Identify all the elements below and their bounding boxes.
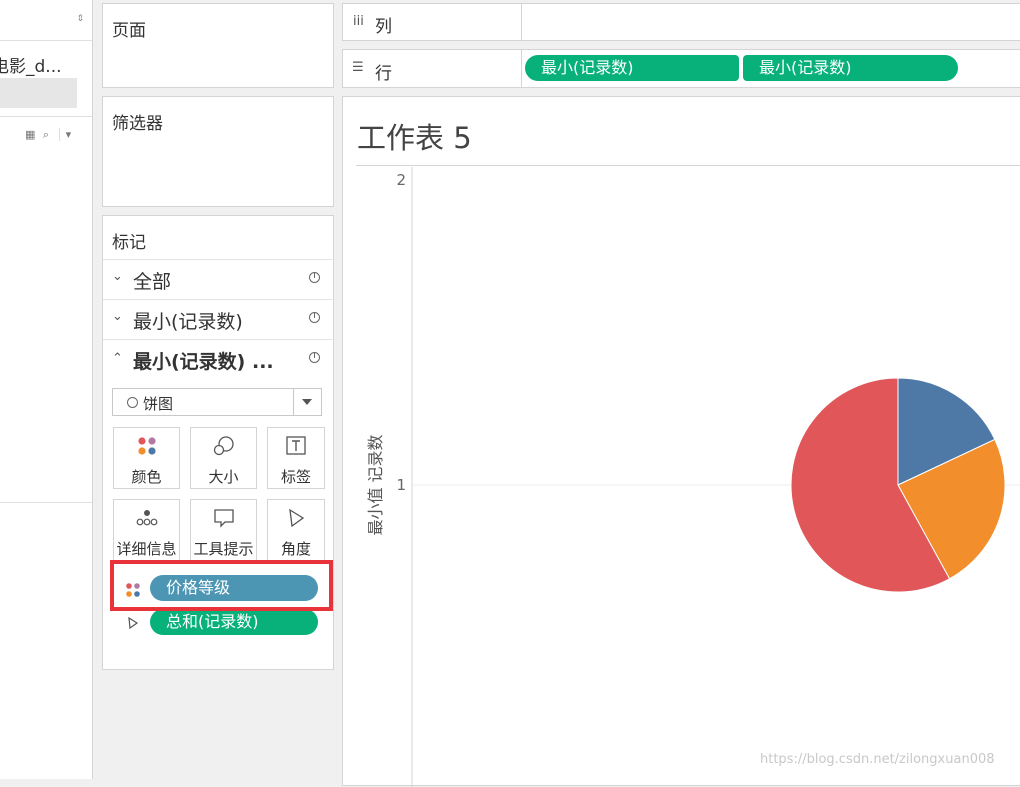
data-pane-header: ⇕ bbox=[0, 0, 92, 41]
detail-button[interactable]: 详细信息 bbox=[113, 499, 180, 561]
angle-button-label: 角度 bbox=[280, 540, 311, 558]
detail-button-label: 详细信息 bbox=[116, 540, 177, 558]
size-button[interactable]: 大小 bbox=[190, 427, 257, 489]
tooltip-button[interactable]: 工具提示 bbox=[190, 499, 257, 561]
marks-row-min-records-2[interactable]: ⌃ 最小(记录数) ... bbox=[103, 339, 332, 379]
datasource-name[interactable]: 电影_d... bbox=[0, 52, 62, 77]
mark-type-value: 饼图 bbox=[143, 395, 174, 413]
grid-icon[interactable]: ▦ bbox=[25, 128, 35, 141]
y-tick-label: 1 bbox=[396, 476, 406, 494]
field-tools: ▦ ⌕ ▾ bbox=[25, 128, 72, 142]
annotation-highlight-box bbox=[110, 560, 333, 611]
y-tick-label: 2 bbox=[396, 171, 406, 189]
angle-icon bbox=[127, 615, 139, 634]
chevron-down-icon[interactable]: ⌄ bbox=[112, 309, 123, 324]
worksheet-view: 工作表 5 2 1 最小值 记录数 bbox=[342, 96, 1020, 787]
rows-pill-1[interactable]: 最小(记录数) bbox=[525, 55, 739, 81]
search-icon[interactable]: ⌕ bbox=[43, 128, 49, 141]
marks-row-min-records[interactable]: ⌄ 最小(记录数) bbox=[103, 299, 332, 339]
columns-shelf-label: 列 bbox=[375, 17, 392, 37]
marks-row-all[interactable]: ⌄ 全部 bbox=[103, 259, 332, 299]
columns-icon: iii bbox=[353, 14, 364, 29]
pages-card[interactable]: 页面 bbox=[102, 3, 334, 88]
divider bbox=[293, 389, 294, 415]
title-divider bbox=[356, 165, 1020, 166]
divider bbox=[0, 116, 92, 117]
pie-icon bbox=[309, 352, 320, 363]
detail-dots-icon bbox=[114, 507, 179, 529]
color-dots-icon bbox=[114, 435, 179, 457]
columns-shelf[interactable]: iii 列 bbox=[342, 3, 1020, 41]
watermark: https://blog.csdn.net/zilongxuan008 bbox=[760, 752, 995, 767]
rows-shelf-label: 行 bbox=[375, 64, 392, 84]
filters-card-title: 筛选器 bbox=[112, 114, 163, 134]
color-button[interactable]: 颜色 bbox=[113, 427, 180, 489]
chevron-up-icon[interactable]: ⌃ bbox=[112, 351, 123, 366]
pages-card-title: 页面 bbox=[112, 21, 146, 41]
color-button-label: 颜色 bbox=[131, 468, 162, 486]
mark-type-select[interactable]: 饼图 bbox=[112, 388, 322, 416]
angle-icon bbox=[268, 507, 324, 529]
datasource-selection[interactable] bbox=[0, 78, 77, 108]
angle-field-pill[interactable]: 总和(记录数) bbox=[150, 609, 318, 635]
rows-icon: ☰ bbox=[352, 60, 364, 75]
pie-slices bbox=[790, 377, 1006, 593]
pie-chart: 2 1 最小值 记录数 bbox=[366, 167, 1020, 787]
worksheet-title: 工作表 5 bbox=[357, 121, 472, 155]
data-pane: ⇕ 电影_d... ▦ ⌕ ▾ bbox=[0, 0, 93, 779]
divider bbox=[521, 4, 522, 40]
tooltip-bubble-icon bbox=[191, 507, 256, 529]
rows-pill-2[interactable]: 最小(记录数) bbox=[743, 55, 958, 81]
marks-row-label: 最小(记录数) ... bbox=[133, 351, 274, 373]
marks-row-label: 全部 bbox=[133, 271, 172, 293]
rows-shelf[interactable]: ☰ 行 最小(记录数) 最小(记录数) bbox=[342, 49, 1020, 88]
divider bbox=[521, 50, 522, 87]
filters-card[interactable]: 筛选器 bbox=[102, 96, 334, 207]
pie-icon bbox=[309, 272, 320, 283]
label-button[interactable]: 标签 bbox=[267, 427, 325, 489]
size-circles-icon bbox=[191, 435, 256, 457]
y-axis-title: 最小值 记录数 bbox=[366, 434, 385, 535]
size-button-label: 大小 bbox=[208, 468, 239, 486]
marks-row-label: 最小(记录数) bbox=[133, 311, 243, 333]
pie-icon bbox=[127, 397, 138, 408]
divider bbox=[0, 502, 92, 503]
sort-arrows-icon[interactable]: ⇕ bbox=[76, 14, 84, 24]
dropdown-icon[interactable]: ▾ bbox=[58, 128, 72, 141]
chevron-down-icon[interactable] bbox=[302, 399, 312, 405]
angle-button[interactable]: 角度 bbox=[267, 499, 325, 561]
label-button-label: 标签 bbox=[280, 468, 311, 486]
pie-icon bbox=[309, 312, 320, 323]
marks-card-title: 标记 bbox=[112, 233, 146, 253]
chevron-down-icon[interactable]: ⌄ bbox=[112, 269, 123, 284]
label-text-icon bbox=[268, 435, 324, 457]
tooltip-button-label: 工具提示 bbox=[193, 540, 254, 558]
